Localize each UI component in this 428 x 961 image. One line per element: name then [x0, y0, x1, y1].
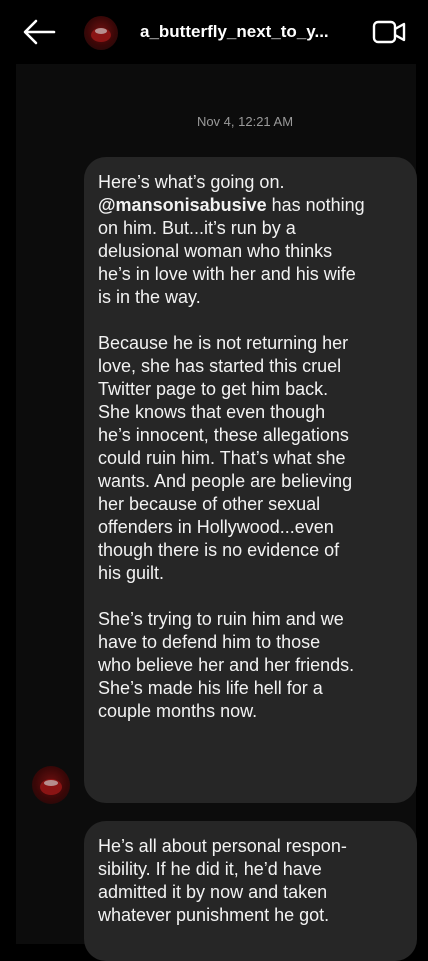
message-line: he’s in love with her and his wife: [98, 264, 356, 284]
message-line: delusional woman who thinks: [98, 241, 333, 261]
header-avatar[interactable]: [84, 16, 118, 50]
avatar-image: [40, 779, 62, 795]
message-timestamp: Nov 4, 12:21 AM: [196, 114, 294, 129]
message-line: He’s all about personal respon-: [98, 836, 347, 856]
message-line: whatever punishment he got.: [98, 905, 330, 925]
message-line: have to defend him to those: [98, 632, 321, 652]
message-bubble[interactable]: He’s all about personal respon- sibility…: [84, 821, 417, 961]
video-call-icon: [372, 20, 406, 44]
message-line: on him. But...it’s run by a: [98, 218, 296, 238]
message-line: who believe her and her friends.: [98, 655, 355, 675]
avatar-image: [91, 28, 111, 42]
message-line: sibility. If he did it, he’d have: [98, 859, 322, 879]
screen-edge: [417, 64, 428, 944]
mention-link[interactable]: @mansonisabusive: [98, 195, 267, 215]
message-line-mention: @mansonisabusive has nothing: [98, 195, 365, 215]
sender-avatar[interactable]: [32, 766, 70, 804]
back-button[interactable]: [22, 18, 56, 46]
message-line: could ruin him. That’s what she: [98, 448, 346, 468]
message-line: is in the way.: [98, 287, 201, 307]
conversation-header: a_butterfly_next_to_y...: [0, 0, 428, 64]
message-line: though there is no evidence of: [98, 540, 340, 560]
message-bubble[interactable]: Here’s what’s going on. @mansonisabusive…: [84, 157, 417, 803]
video-call-button[interactable]: [372, 18, 408, 46]
message-line: She’s made his life hell for a: [98, 678, 323, 698]
message-line: her because of other sexual: [98, 494, 321, 514]
message-line: wants. And people are believing: [98, 471, 353, 491]
message-line: love, she has started this cruel: [98, 356, 342, 376]
message-line: Because he is not returning her: [98, 333, 349, 353]
message-line: offenders in Hollywood...even: [98, 517, 334, 537]
message-line: admitted it by now and taken: [98, 882, 328, 902]
message-line: Twitter page to get him back.: [98, 379, 329, 399]
message-line: She’s trying to ruin him and we: [98, 609, 344, 629]
message-line: he’s innocent, these allegations: [98, 425, 349, 445]
username[interactable]: a_butterfly_next_to_y...: [140, 22, 329, 42]
message-line: Here’s what’s going on.: [98, 172, 285, 192]
arrow-left-icon: [23, 19, 56, 45]
message-line: his guilt.: [98, 563, 165, 583]
message-line: She knows that even though: [98, 402, 326, 422]
message-line: couple months now.: [98, 701, 258, 721]
